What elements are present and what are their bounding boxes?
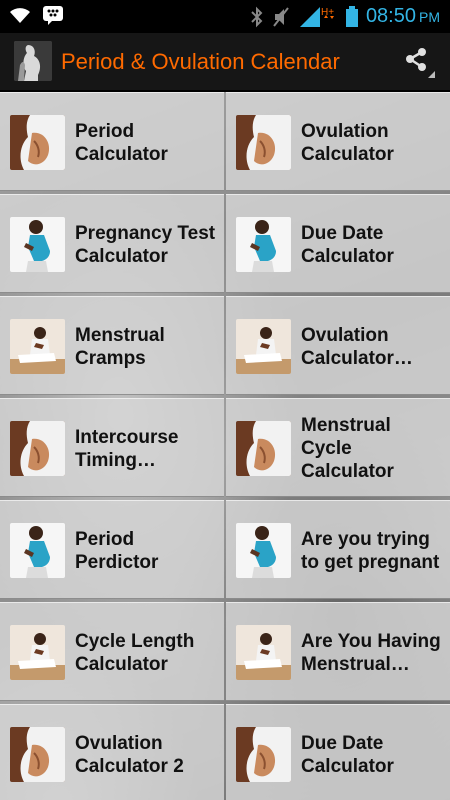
menu-tile-label: Ovulation Calculator 2 <box>75 732 184 777</box>
menu-tile-label: Pregnancy Test Calculator <box>75 222 216 267</box>
belly-photo <box>236 115 291 170</box>
bbm-icon <box>42 5 64 25</box>
menu-tile-label: Period Calculator <box>75 120 168 165</box>
menu-tile-label: Are you trying to get pregnant <box>301 528 440 573</box>
menu-tile[interactable]: Menstrual Cycle Calculator <box>226 398 450 497</box>
pregnant-woman-photo <box>10 217 65 272</box>
menu-grid: Period Calculator Ovulation Calculator Pre… <box>0 92 450 800</box>
belly-photo <box>236 421 291 476</box>
menu-tile[interactable]: Ovulation Calculator… <box>226 296 450 395</box>
menu-tile-label: Period Perdictor <box>75 528 159 573</box>
woman-sitting-photo <box>10 319 65 374</box>
belly-photo <box>10 421 65 476</box>
belly-photo <box>236 727 291 782</box>
pregnant-woman-photo <box>236 217 291 272</box>
app-logo[interactable] <box>14 41 52 81</box>
menu-tile-label: Are You Having Menstrual… <box>301 630 441 675</box>
menu-tile[interactable]: Period Calculator <box>0 92 224 191</box>
menu-tile[interactable]: Cycle Length Calculator <box>0 602 224 701</box>
menu-tile-label: Ovulation Calculator <box>301 120 394 165</box>
share-button[interactable] <box>402 45 436 79</box>
menu-tile[interactable]: Ovulation Calculator 2 <box>0 704 224 800</box>
menu-tile[interactable]: Are You Having Menstrual… <box>226 602 450 701</box>
menu-tile[interactable]: Are you trying to get pregnant <box>226 500 450 599</box>
signal-icon: H+ <box>298 5 338 29</box>
menu-tile-label: Ovulation Calculator… <box>301 324 413 369</box>
pregnant-woman-photo <box>236 523 291 578</box>
menu-tile[interactable]: Pregnancy Test Calculator <box>0 194 224 293</box>
menu-tile[interactable]: Ovulation Calculator <box>226 92 450 191</box>
belly-photo <box>10 727 65 782</box>
pregnant-woman-photo <box>10 523 65 578</box>
mute-icon <box>272 6 290 28</box>
menu-tile[interactable]: Intercourse Timing… <box>0 398 224 497</box>
menu-tile-label: Menstrual Cramps <box>75 324 165 369</box>
status-bar: H+ 08:50 PM <box>0 0 450 33</box>
bluetooth-icon <box>250 6 264 28</box>
menu-tile-label: Cycle Length Calculator <box>75 630 195 675</box>
menu-tile[interactable]: Due Date Calculator <box>226 704 450 800</box>
battery-icon <box>345 5 358 28</box>
woman-sitting-photo <box>236 319 291 374</box>
menu-tile-label: Due Date Calculator <box>301 732 394 777</box>
action-bar: Period & Ovulation Calendar <box>0 33 450 92</box>
app-title: Period & Ovulation Calendar <box>61 49 340 74</box>
woman-sitting-photo <box>236 625 291 680</box>
menu-tile[interactable]: Due Date Calculator <box>226 194 450 293</box>
menu-tile-label: Due Date Calculator <box>301 222 394 267</box>
share-icon <box>402 48 436 83</box>
menu-tile[interactable]: Period Perdictor <box>0 500 224 599</box>
wifi-icon <box>8 5 32 25</box>
menu-tile[interactable]: Menstrual Cramps <box>0 296 224 395</box>
menu-tile-label: Menstrual Cycle Calculator <box>301 415 394 482</box>
woman-sitting-photo <box>10 625 65 680</box>
menu-tile-label: Intercourse Timing… <box>75 426 179 471</box>
status-clock: 08:50 PM <box>365 5 440 27</box>
belly-photo <box>10 115 65 170</box>
